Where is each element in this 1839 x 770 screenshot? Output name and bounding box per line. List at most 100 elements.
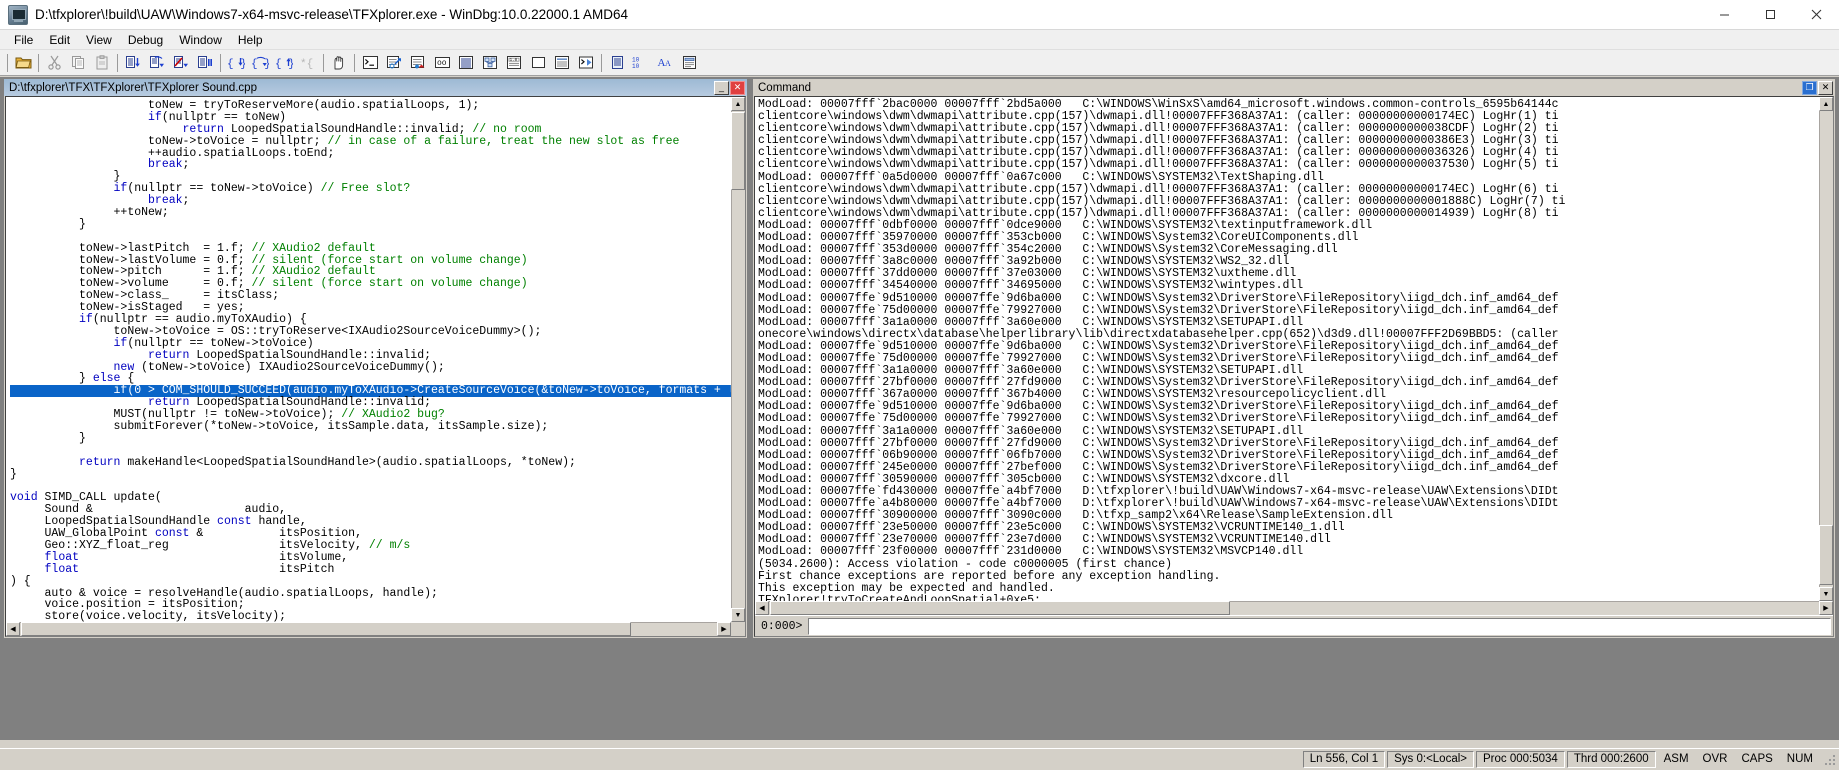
source-window-title: D:\tfxplorer\TFX\TFXplorer\TFXplorer Sou…: [9, 82, 713, 94]
mdi-workspace: D:\tfxplorer\TFX\TFXplorer\TFXplorer Sou…: [0, 77, 1839, 740]
trace-out-icon[interactable]: { }: [272, 52, 296, 74]
close-button[interactable]: [1793, 0, 1839, 30]
trace-over-icon[interactable]: { }: [248, 52, 272, 74]
locals-window-icon[interactable]: [406, 52, 430, 74]
options-icon[interactable]: [677, 52, 701, 74]
toolbar: { } { } { } *{ }: [0, 50, 1839, 76]
status-bar: Ln 556, Col 1 Sys 0:<Local> Proc 000:503…: [0, 748, 1839, 769]
menu-bar: File Edit View Debug Window Help: [0, 30, 1839, 50]
svg-text:oo: oo: [437, 59, 447, 68]
command-browser-icon[interactable]: [574, 52, 598, 74]
toolbar-separator: [4, 53, 11, 73]
source-line: ++toNew;: [10, 207, 745, 219]
command-window-icon[interactable]: [358, 52, 382, 74]
source-window-body: toNew = tryToReserveMore(audio.spatialLo…: [5, 96, 746, 637]
command-input[interactable]: [808, 618, 1831, 635]
menu-view[interactable]: View: [78, 32, 120, 48]
command-scroll-down-button[interactable]: ▼: [1819, 587, 1833, 601]
disassembly-window-icon[interactable]: 1.0: [502, 52, 526, 74]
command-vertical-scroll-thumb[interactable]: [1819, 525, 1833, 585]
svg-text:A: A: [665, 59, 671, 68]
source-scroll-right-button[interactable]: ▶: [717, 622, 731, 636]
command-horizontal-scrollbar[interactable]: ◀ ▶: [755, 601, 1833, 615]
maximize-button[interactable]: [1747, 0, 1793, 30]
run-to-cursor-icon[interactable]: [193, 52, 217, 74]
source-line: }: [10, 433, 745, 445]
source-horizontal-scroll-thumb[interactable]: [21, 622, 631, 636]
cut-icon[interactable]: [42, 52, 66, 74]
source-horizontal-scrollbar[interactable]: ◀ ▶: [6, 622, 731, 636]
source-scroll-down-button[interactable]: ▼: [731, 608, 745, 622]
toolbar-separator: [351, 53, 358, 73]
status-asm: ASM: [1658, 751, 1695, 768]
source-mode-icon[interactable]: [605, 52, 629, 74]
call-stack-window-icon[interactable]: [478, 52, 502, 74]
source-line-numbers-icon[interactable]: 10 10: [629, 52, 653, 74]
open-source-file-icon[interactable]: [11, 52, 35, 74]
command-output-text[interactable]: ModLoad: 00007fff`2bac0000 00007fff`2bd5…: [755, 97, 1818, 601]
command-window: Command ❐ ✕ ModLoad: 00007fff`2bac0000 0…: [752, 78, 1836, 639]
source-scroll-left-button[interactable]: ◀: [6, 622, 20, 636]
source-vertical-scrollbar[interactable]: ▲ ▼: [731, 97, 745, 622]
command-output-line: ModLoad: 00007ffe`75d00000 00007ffe`7992…: [758, 413, 1818, 425]
menu-debug[interactable]: Debug: [120, 32, 171, 48]
source-vertical-scroll-thumb[interactable]: [731, 112, 745, 190]
command-window-title-bar[interactable]: Command ❐ ✕: [753, 79, 1835, 96]
source-code-text: toNew = tryToReserveMore(audio.spatialLo…: [6, 97, 745, 636]
menu-help[interactable]: Help: [230, 32, 271, 48]
toolbar-separator: [320, 53, 327, 73]
command-window-body: ModLoad: 00007fff`2bac0000 00007fff`2bd5…: [754, 96, 1834, 637]
memory-window-icon[interactable]: [454, 52, 478, 74]
command-output-line: clientcore\windows\dwm\dwmapi\attribute.…: [758, 159, 1818, 171]
menu-file[interactable]: File: [6, 32, 41, 48]
command-scroll-up-button[interactable]: ▲: [1819, 97, 1833, 111]
command-vertical-scrollbar[interactable]: ▲ ▼: [1819, 97, 1833, 601]
break-icon[interactable]: [327, 52, 351, 74]
source-window-close-button[interactable]: ✕: [730, 81, 745, 95]
status-process: Proc 000:5034: [1476, 751, 1565, 768]
command-output-line: ModLoad: 00007ffe`75d00000 00007ffe`7992…: [758, 305, 1818, 317]
windbg-app-icon: [8, 5, 28, 25]
status-caps: CAPS: [1735, 751, 1778, 768]
resize-grip[interactable]: [1821, 751, 1837, 767]
registers-window-icon[interactable]: oo: [430, 52, 454, 74]
source-window-title-bar[interactable]: D:\tfxplorer\TFX\TFXplorer\TFXplorer Sou…: [4, 79, 747, 96]
command-output-line: ModLoad: 00007fff`3a1a0000 00007fff`3a60…: [758, 317, 1818, 329]
trace-disabled-icon: *{ }: [296, 52, 320, 74]
status-thread: Thrd 000:2600: [1567, 751, 1656, 768]
command-output-line: ModLoad: 00007fff`3a1a0000 00007fff`3a60…: [758, 426, 1818, 438]
source-window-minimize-button[interactable]: _: [714, 81, 729, 95]
source-line: }: [10, 219, 745, 231]
command-scroll-left-button[interactable]: ◀: [755, 601, 769, 615]
step-out-icon[interactable]: [169, 52, 193, 74]
trace-into-icon[interactable]: { }: [224, 52, 248, 74]
status-system: Sys 0:<Local>: [1387, 751, 1474, 768]
scratch-pad-icon[interactable]: [526, 52, 550, 74]
source-line: }: [10, 469, 745, 481]
command-output-line: ModLoad: 00007ffe`9d510000 00007ffe`9d6b…: [758, 293, 1818, 305]
menu-window[interactable]: Window: [171, 32, 230, 48]
command-scroll-right-button[interactable]: ▶: [1819, 601, 1833, 615]
processes-threads-icon[interactable]: [550, 52, 574, 74]
svg-text:{ }: { }: [275, 59, 293, 71]
step-over-icon[interactable]: [145, 52, 169, 74]
source-code-area[interactable]: toNew = tryToReserveMore(audio.spatialLo…: [6, 97, 745, 636]
minimize-button[interactable]: [1701, 0, 1747, 30]
command-window-restore-button[interactable]: ❐: [1802, 81, 1817, 95]
watch-window-icon[interactable]: [382, 52, 406, 74]
menu-edit[interactable]: Edit: [41, 32, 78, 48]
command-window-close-button[interactable]: ✕: [1818, 81, 1833, 95]
command-output-line: ModLoad: 00007fff`34540000 00007fff`3469…: [758, 280, 1818, 292]
font-icon[interactable]: A A: [653, 52, 677, 74]
svg-text:10: 10: [632, 63, 640, 70]
svg-text:{ }: { }: [227, 59, 245, 71]
paste-icon[interactable]: [90, 52, 114, 74]
copy-icon[interactable]: [66, 52, 90, 74]
command-output-line: (5034.2600): Access violation - code c00…: [758, 559, 1818, 571]
source-scroll-up-button[interactable]: ▲: [731, 97, 745, 111]
command-horizontal-scroll-thumb[interactable]: [770, 601, 1230, 615]
status-line-col: Ln 556, Col 1: [1303, 751, 1385, 768]
window-title: D:\tfxplorer\!build\UAW\Windows7-x64-msv…: [35, 7, 628, 22]
step-into-icon[interactable]: [121, 52, 145, 74]
command-output-line: ModLoad: 00007fff`27bf0000 00007fff`27fd…: [758, 438, 1818, 450]
